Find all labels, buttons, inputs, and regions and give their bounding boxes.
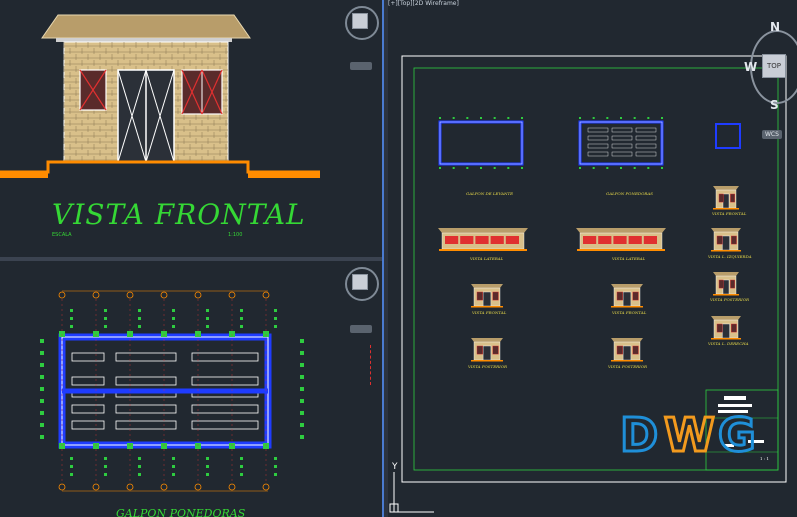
wcs-label[interactable]: WCS (762, 130, 782, 139)
sheet-label-front1: VISTA FRONTAL (472, 310, 507, 315)
viewcube-face-top[interactable]: TOP (762, 54, 786, 78)
sheet-label-elev2: VISTA LATERAL (612, 256, 646, 261)
dwg-watermark: D W G (618, 407, 770, 464)
sheet-label-post2: VISTA POSTERIOR (608, 364, 647, 369)
sheet-label-small-lateral2: VISTA L. DERECHA (708, 341, 749, 346)
sheet-label-post1: VISTA POSTERIOR (468, 364, 507, 369)
scale-label: ESCALA (52, 232, 72, 238)
viewcube-face[interactable] (352, 13, 368, 29)
watermark-letter-d: D (618, 407, 659, 464)
compass-west[interactable]: W (744, 60, 757, 74)
sheet-label-plan1: GALPON DE LEVANTE (466, 191, 514, 196)
wcs-icon[interactable] (350, 325, 372, 333)
scale-value: 1:100 (228, 232, 243, 238)
ucs-y-label: Y (392, 462, 398, 472)
drawing-title: GALPON PONEDORAS (116, 507, 246, 517)
viewport-top-left[interactable]: VISTA FRONTAL ESCALA 1:100 (0, 0, 382, 257)
viewport-right[interactable]: [+][Top][2D Wireframe] Y GALPON DE LEVAN… (388, 0, 797, 517)
compass-north[interactable]: N (770, 20, 780, 34)
compass-south[interactable]: S (770, 98, 779, 112)
sheet-label-small-post: VISTA POSTERIOR (710, 297, 749, 302)
scroll-marker-right (370, 345, 377, 385)
sheet-label-small-lateral: VISTA L. IZQUIERDA (708, 254, 752, 259)
viewcube-face[interactable] (352, 274, 368, 290)
sheet-label-elev1: VISTA LATERAL (470, 256, 504, 261)
floor-plan-drawing (40, 290, 304, 492)
sheet-label-front2: VISTA FRONTAL (612, 310, 647, 315)
watermark-letter-g: G (717, 407, 758, 464)
watermark-letter-w: W (663, 407, 717, 464)
viewport-bottom-left[interactable]: GALPON PONEDORAS (0, 261, 382, 517)
active-viewport-border (382, 0, 384, 517)
drawing-title: VISTA FRONTAL (52, 198, 306, 231)
wcs-icon[interactable] (350, 62, 372, 70)
sheet-label-small-front: VISTA FRONTAL (712, 211, 747, 216)
sheet-label-plan2: GALPON PONEDORAS (606, 191, 653, 196)
